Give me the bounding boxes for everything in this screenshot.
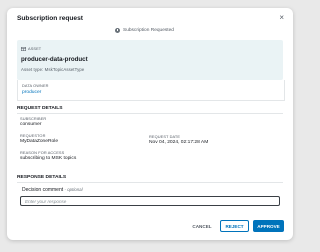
subscriber-label: SUBSCRIBER bbox=[20, 116, 47, 121]
dialog-title: Subscription request bbox=[17, 15, 83, 22]
request-date-label: REQUEST DATE bbox=[149, 134, 181, 139]
status-circle-icon bbox=[115, 28, 120, 33]
requestor-value: MyDataZoneRole bbox=[20, 139, 59, 144]
asset-type: Asset type: MskTopicAssetType bbox=[21, 67, 85, 72]
subscriber-value: consumer bbox=[20, 122, 42, 127]
optional-hint: - optional bbox=[64, 187, 83, 192]
asset-name: producer-data-product bbox=[21, 56, 88, 63]
subscription-request-dialog: Subscription request × Subscription Requ… bbox=[7, 8, 293, 240]
status-indicator: Subscription Requested bbox=[115, 28, 174, 33]
asset-section-label: ASSET bbox=[28, 46, 42, 51]
approve-button[interactable]: APPROVE bbox=[253, 220, 284, 232]
data-owner-card: DATA OWNER producer bbox=[17, 80, 285, 101]
data-owner-link[interactable]: producer bbox=[22, 90, 41, 95]
close-icon[interactable]: × bbox=[279, 13, 284, 23]
request-date-value: Nov 04, 2024, 02:17:28 AM bbox=[149, 140, 209, 145]
decision-comment-input[interactable] bbox=[20, 196, 280, 206]
data-owner-label: DATA OWNER bbox=[22, 83, 49, 88]
asset-table-icon bbox=[21, 46, 26, 51]
asset-section-header: ASSET bbox=[21, 46, 41, 51]
divider bbox=[17, 113, 283, 114]
reject-button[interactable]: REJECT bbox=[220, 220, 249, 232]
response-details-heading: RESPONSE DETAILS bbox=[17, 175, 67, 180]
cancel-button[interactable]: CANCEL bbox=[188, 220, 216, 232]
status-text: Subscription Requested bbox=[123, 28, 174, 33]
decision-comment-label-text: Decision comment bbox=[22, 187, 64, 193]
decision-comment-label: Decision comment - optional bbox=[22, 187, 83, 193]
divider bbox=[17, 182, 283, 183]
requestor-label: REQUESTOR bbox=[20, 133, 46, 138]
asset-card: ASSET producer-data-product Asset type: … bbox=[17, 40, 283, 80]
reason-value: subscribing to MSK topics bbox=[20, 156, 77, 161]
reason-label: REASON FOR ACCESS bbox=[20, 150, 65, 155]
request-details-heading: REQUEST DETAILS bbox=[17, 106, 63, 111]
